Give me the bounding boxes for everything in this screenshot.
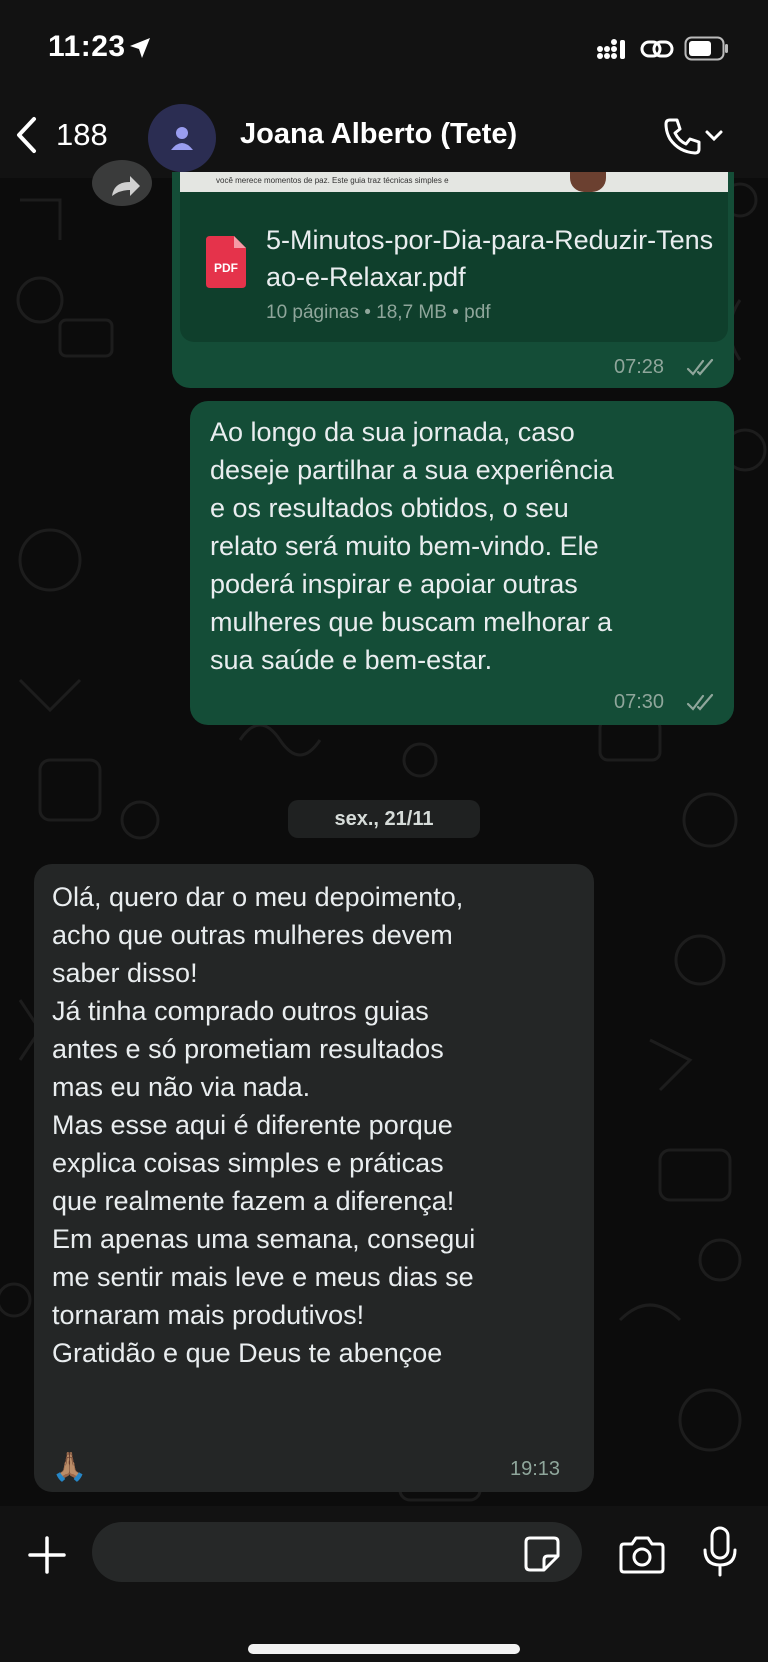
back-button[interactable]: 188 [14,110,124,160]
contact-name[interactable]: Joana Alberto (Tete) [240,118,517,151]
call-button[interactable] [660,114,740,158]
location-arrow-icon [130,38,150,58]
chevron-left-icon [17,117,36,153]
message-text: Ao longo da sua jornada, caso deseje par… [210,417,614,675]
sticker-icon[interactable] [522,1534,562,1574]
message-input[interactable] [92,1522,582,1582]
status-time: 11:23 [48,30,126,63]
signal-icon [597,39,625,59]
document-preview: você merece momentos de paz. Este guia t… [180,172,728,192]
incoming-message[interactable]: Olá, quero dar o meu depoimento, acho qu… [34,864,594,1492]
forward-button[interactable] [92,160,152,206]
document-message[interactable]: você merece momentos de paz. Este guia t… [172,172,734,388]
camera-icon[interactable] [618,1532,666,1576]
chevron-down-icon [705,130,723,142]
praying-hands-emoji: 🙏🏽 [52,1451,87,1482]
status-bar: 11:23 [0,0,768,96]
pdf-icon: PDF [206,236,246,288]
message-time: 19:13 [510,1458,561,1480]
forward-icon [112,176,140,196]
person-icon [171,127,193,150]
message-time: 07:30 [614,691,665,713]
message-text: Olá, quero dar o meu depoimento, acho qu… [52,882,476,1368]
home-indicator [248,1644,520,1654]
document-preview-text: você merece momentos de paz. Este guia t… [216,176,449,185]
phone-icon [664,118,701,155]
contact-avatar[interactable] [148,104,216,172]
double-check-icon [686,358,714,376]
battery-icon [684,36,728,61]
outgoing-message[interactable]: Ao longo da sua jornada, caso deseje par… [190,401,734,725]
message-composer [0,1506,768,1662]
unread-chats-count: 188 [56,117,108,152]
document-card[interactable]: PDF 5-Minutos-por-Dia-para-Reduzir-Tensa… [180,192,728,342]
pdf-icon-label: PDF [214,261,238,275]
document-preview-image [570,172,606,192]
plus-icon[interactable] [22,1530,72,1580]
double-check-icon [686,693,714,711]
document-meta: 10 páginas • 18,7 MB • pdf [266,302,491,323]
microphone-icon[interactable] [700,1526,740,1578]
link-icon [640,40,674,58]
date-separator: sex., 21/11 [288,800,480,838]
document-file-name: 5-Minutos-por-Dia-para-Reduzir-Tensao-e-… [266,225,714,292]
message-time: 07:28 [614,356,665,378]
